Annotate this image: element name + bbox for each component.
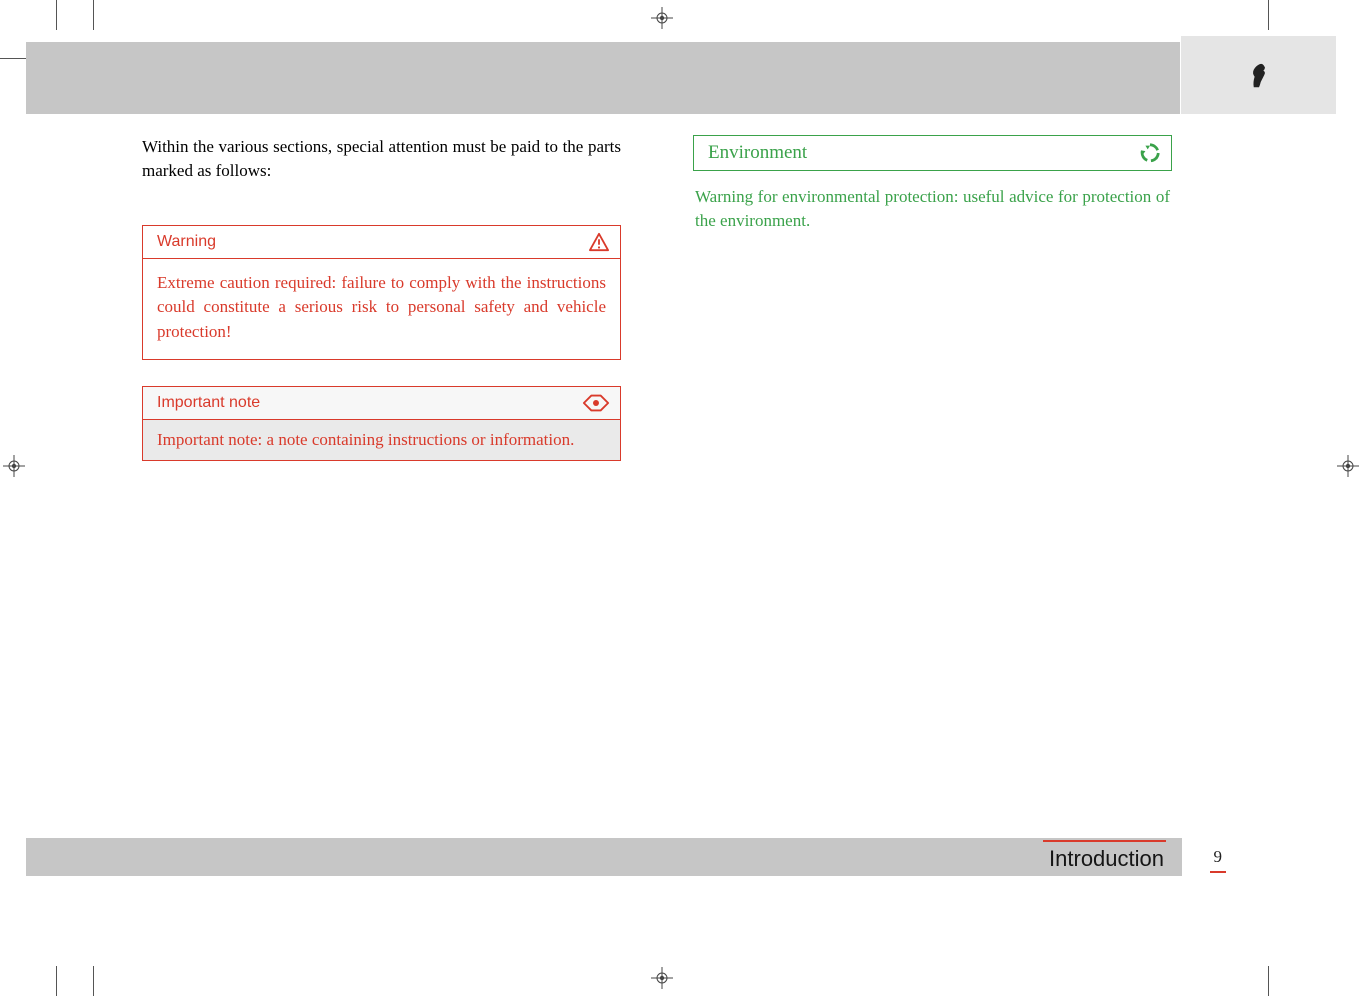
- warning-box: Warning Extreme caution required: failur…: [142, 225, 621, 360]
- crop-mark: [93, 966, 94, 996]
- crop-mark: [1268, 0, 1269, 30]
- page-content: Within the various sections, special att…: [142, 135, 1172, 469]
- registration-mark-icon: [650, 6, 674, 30]
- right-column: Environment Warning for environmental pr…: [693, 135, 1172, 469]
- important-note-title: Important note: [157, 394, 260, 412]
- header-bar: [26, 42, 1180, 114]
- crop-mark: [0, 58, 26, 59]
- important-note-header: Important note: [143, 387, 620, 420]
- environment-box: Environment: [693, 135, 1172, 171]
- thumb-tab: [1181, 36, 1336, 114]
- page-number-wrap: 9: [1214, 838, 1223, 876]
- section-label: Introduction: [1049, 842, 1164, 872]
- environment-title: Environment: [708, 142, 807, 164]
- important-note-box: Important note Important note: a note co…: [142, 386, 621, 461]
- important-note-body: Important note: a note containing instru…: [143, 420, 620, 460]
- recycle-icon: [1139, 142, 1161, 164]
- warning-triangle-icon: [588, 232, 610, 252]
- prancing-horse-icon: [1248, 61, 1270, 89]
- warning-header: Warning: [143, 226, 620, 259]
- warning-title: Warning: [157, 233, 216, 251]
- crop-mark: [56, 966, 57, 996]
- intro-paragraph: Within the various sections, special att…: [142, 135, 621, 183]
- left-column: Within the various sections, special att…: [142, 135, 621, 469]
- environment-header: Environment: [694, 136, 1171, 170]
- footer-bar: Introduction: [26, 838, 1182, 876]
- page-number: 9: [1214, 847, 1223, 867]
- registration-mark-icon: [1336, 454, 1360, 478]
- environment-body: Warning for environmental protection: us…: [693, 179, 1172, 239]
- registration-mark-icon: [650, 966, 674, 990]
- registration-mark-icon: [2, 454, 26, 478]
- warning-body: Extreme caution required: failure to com…: [143, 259, 620, 359]
- eye-icon: [582, 393, 610, 413]
- crop-mark: [1268, 966, 1269, 996]
- crop-mark: [56, 0, 57, 30]
- crop-mark: [93, 0, 94, 30]
